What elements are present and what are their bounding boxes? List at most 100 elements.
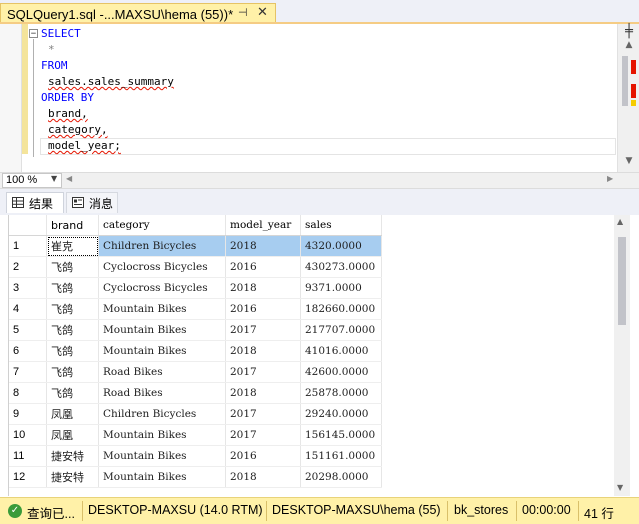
table-row[interactable]: 12 捷安特 Mountain Bikes 2018 20298.0000 — [9, 466, 382, 488]
table-row[interactable]: 4 飞鸽 Mountain Bikes 2016 182660.0000 — [9, 298, 382, 320]
cell-sales[interactable]: 25878.0000 — [300, 382, 382, 404]
code-line-from[interactable]: FROM — [41, 58, 68, 74]
scroll-down-icon[interactable]: ▼ — [622, 156, 636, 170]
cell-category[interactable]: Children Bicycles — [98, 403, 226, 425]
cell-model-year[interactable]: 2018 — [225, 277, 301, 299]
scroll-left-icon[interactable]: ◀ — [66, 174, 72, 183]
cell-sales[interactable]: 4320.0000 — [300, 235, 382, 257]
cell-model-year[interactable]: 2017 — [225, 361, 301, 383]
table-row[interactable]: 11 捷安特 Mountain Bikes 2016 151161.0000 — [9, 445, 382, 467]
cell-brand[interactable]: 捷安特 — [46, 466, 99, 488]
table-row[interactable]: 3 飞鸽 Cyclocross Bicycles 2018 9371.0000 — [9, 277, 382, 299]
row-number[interactable]: 11 — [9, 445, 47, 467]
row-number[interactable]: 12 — [9, 466, 47, 488]
table-row[interactable]: 7 飞鸽 Road Bikes 2017 42600.0000 — [9, 361, 382, 383]
row-number[interactable]: 9 — [9, 403, 47, 425]
cell-category[interactable]: Road Bikes — [98, 382, 226, 404]
row-number[interactable]: 8 — [9, 382, 47, 404]
column-header[interactable]: sales — [300, 215, 382, 236]
table-row[interactable]: 1 崔克 Children Bicycles 2018 4320.0000 — [9, 235, 382, 257]
tab-messages[interactable]: 消息 — [66, 192, 118, 213]
cell-brand[interactable]: 飞鸽 — [46, 277, 99, 299]
cell-category[interactable]: Mountain Bikes — [98, 340, 226, 362]
cell-category[interactable]: Mountain Bikes — [98, 445, 226, 467]
cell-sales[interactable]: 182660.0000 — [300, 298, 382, 320]
cell-brand[interactable]: 飞鸽 — [46, 340, 99, 362]
row-number[interactable]: 3 — [9, 277, 47, 299]
cell-category[interactable]: Road Bikes — [98, 361, 226, 383]
cell-brand[interactable]: 飞鸽 — [46, 256, 99, 278]
grid-vertical-scrollbar[interactable]: ▲ ▼ — [614, 215, 630, 496]
table-row[interactable]: 10 凤凰 Mountain Bikes 2017 156145.0000 — [9, 424, 382, 446]
code-line-category[interactable]: category, — [48, 122, 108, 138]
cell-model-year[interactable]: 2018 — [225, 466, 301, 488]
scroll-up-icon[interactable]: ▲ — [622, 40, 636, 54]
cell-brand[interactable]: 飞鸽 — [46, 298, 99, 320]
cell-model-year[interactable]: 2017 — [225, 319, 301, 341]
cell-sales[interactable]: 20298.0000 — [300, 466, 382, 488]
cell-brand[interactable]: 凤凰 — [46, 424, 99, 446]
row-number[interactable]: 5 — [9, 319, 47, 341]
row-number[interactable]: 10 — [9, 424, 47, 446]
cell-category[interactable]: Cyclocross Bicycles — [98, 277, 226, 299]
cell-sales[interactable]: 430273.0000 — [300, 256, 382, 278]
table-row[interactable]: 6 飞鸽 Mountain Bikes 2018 41016.0000 — [9, 340, 382, 362]
row-number[interactable]: 6 — [9, 340, 47, 362]
cell-category[interactable]: Children Bicycles — [98, 235, 226, 257]
scroll-down-icon[interactable]: ▼ — [617, 483, 623, 492]
cell-brand[interactable]: 捷安特 — [46, 445, 99, 467]
cell-brand[interactable]: 飞鸽 — [46, 361, 99, 383]
pin-icon[interactable]: ⊣ — [238, 6, 248, 19]
cell-brand[interactable]: 崔克 — [46, 235, 99, 257]
code-line-model-year[interactable]: model_year; — [48, 138, 121, 154]
scroll-thumb[interactable] — [618, 237, 626, 325]
table-row[interactable]: 2 飞鸽 Cyclocross Bicycles 2016 430273.0000 — [9, 256, 382, 278]
table-row[interactable]: 9 凤凰 Children Bicycles 2017 29240.0000 — [9, 403, 382, 425]
cell-model-year[interactable]: 2017 — [225, 403, 301, 425]
collapse-icon[interactable]: − — [29, 29, 38, 39]
code-line-brand[interactable]: brand, — [48, 106, 88, 122]
cell-model-year[interactable]: 2018 — [225, 382, 301, 404]
cell-sales[interactable]: 151161.0000 — [300, 445, 382, 467]
cell-category[interactable]: Mountain Bikes — [98, 466, 226, 488]
cell-model-year[interactable]: 2016 — [225, 298, 301, 320]
cell-sales[interactable]: 156145.0000 — [300, 424, 382, 446]
cell-model-year[interactable]: 2016 — [225, 445, 301, 467]
table-row[interactable]: 8 飞鸽 Road Bikes 2018 25878.0000 — [9, 382, 382, 404]
code-line-star[interactable]: * — [48, 42, 55, 58]
scroll-thumb[interactable] — [622, 56, 628, 106]
cell-model-year[interactable]: 2018 — [225, 340, 301, 362]
cell-sales[interactable]: 41016.0000 — [300, 340, 382, 362]
scroll-up-icon[interactable]: ▲ — [617, 217, 623, 226]
table-row[interactable]: 5 飞鸽 Mountain Bikes 2017 217707.0000 — [9, 319, 382, 341]
row-number[interactable]: 4 — [9, 298, 47, 320]
cell-model-year[interactable]: 2018 — [225, 235, 301, 257]
cell-brand[interactable]: 飞鸽 — [46, 319, 99, 341]
cell-model-year[interactable]: 2016 — [225, 256, 301, 278]
row-number[interactable]: 1 — [9, 235, 47, 257]
zoom-select[interactable]: 100 % ▼ — [2, 173, 62, 188]
editor-vertical-scrollbar[interactable]: ╪ ▲ ▼ — [617, 24, 639, 172]
cell-brand[interactable]: 飞鸽 — [46, 382, 99, 404]
split-icon[interactable]: ╪ — [622, 24, 636, 40]
row-number-header[interactable] — [9, 215, 47, 236]
cell-category[interactable]: Mountain Bikes — [98, 319, 226, 341]
column-header[interactable]: brand — [46, 215, 99, 236]
code-line-select[interactable]: SELECT — [41, 26, 81, 42]
cell-model-year[interactable]: 2017 — [225, 424, 301, 446]
row-number[interactable]: 7 — [9, 361, 47, 383]
code-line-table[interactable]: sales.sales_summary — [48, 74, 174, 90]
close-icon[interactable]: ✕ — [257, 5, 268, 20]
scroll-right-icon[interactable]: ▶ — [607, 174, 613, 183]
sql-editor[interactable]: − SELECT * FROM sales.sales_summary ORDE… — [0, 24, 639, 172]
results-grid[interactable]: brand category model_year sales 1 崔克 Child… — [8, 215, 629, 496]
cell-sales[interactable]: 9371.0000 — [300, 277, 382, 299]
cell-sales[interactable]: 217707.0000 — [300, 319, 382, 341]
cell-sales[interactable]: 42600.0000 — [300, 361, 382, 383]
column-header[interactable]: category — [98, 215, 226, 236]
code-line-order-by[interactable]: ORDER BY — [41, 90, 94, 106]
cell-category[interactable]: Mountain Bikes — [98, 424, 226, 446]
query-tab[interactable]: SQLQuery1.sql -...MAXSU\hema (55))* ⊣ ✕ — [0, 3, 276, 24]
cell-category[interactable]: Cyclocross Bicycles — [98, 256, 226, 278]
row-number[interactable]: 2 — [9, 256, 47, 278]
